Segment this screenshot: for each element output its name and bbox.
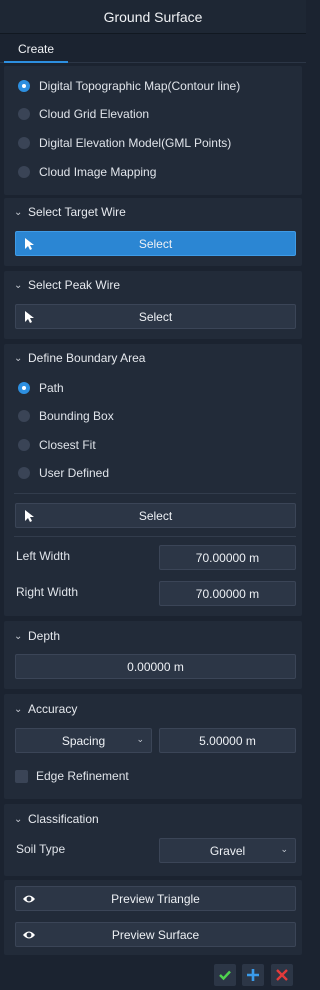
radio-label: Digital Topographic Map(Contour line) xyxy=(39,79,241,93)
left-width-label: Left Width xyxy=(16,549,71,563)
radio-button-icon xyxy=(18,410,30,422)
soil-type-value: Gravel xyxy=(209,843,246,858)
source-type-section: Digital Topographic Map(Contour line) Cl… xyxy=(4,66,302,195)
soil-type-select[interactable]: Gravel ⌄ xyxy=(159,838,296,863)
select-peak-wire-button[interactable]: Select xyxy=(15,304,296,329)
left-width-value: 70.00000 m xyxy=(195,550,260,565)
right-width-value: 70.00000 m xyxy=(195,586,260,601)
checkbox-icon xyxy=(15,769,28,783)
radio-button-icon xyxy=(18,439,30,451)
button-label: Preview Triangle xyxy=(111,891,200,906)
divider xyxy=(14,536,296,537)
left-width-input[interactable]: 70.00000 m xyxy=(159,545,296,570)
right-width-input[interactable]: 70.00000 m xyxy=(159,581,296,606)
accuracy-header[interactable]: ⌄ Accuracy xyxy=(14,700,77,718)
radio-closest-fit[interactable]: Closest Fit xyxy=(18,436,96,454)
chevron-down-icon: ⌄ xyxy=(14,813,23,825)
tab-bar: Create xyxy=(0,34,306,63)
tab-create[interactable]: Create xyxy=(4,36,68,63)
add-button[interactable] xyxy=(242,964,264,986)
checkbox-label: Edge Refinement xyxy=(36,769,129,783)
radio-cloud-image-mapping[interactable]: Cloud Image Mapping xyxy=(18,163,156,181)
eye-icon xyxy=(23,895,35,903)
chevron-down-icon: ⌄ xyxy=(14,630,23,642)
boundary-header[interactable]: ⌄ Define Boundary Area xyxy=(14,349,145,367)
chevron-down-icon: ⌄ xyxy=(280,844,288,854)
chevron-down-icon: ⌄ xyxy=(14,352,23,364)
depth-input[interactable]: 0.00000 m xyxy=(15,654,296,679)
check-icon xyxy=(219,970,231,981)
cursor-arrow-icon xyxy=(25,238,34,250)
cancel-button[interactable] xyxy=(271,964,293,986)
depth-header[interactable]: ⌄ Depth xyxy=(14,627,60,645)
peak-wire-header[interactable]: ⌄ Select Peak Wire xyxy=(14,276,120,294)
radio-button-icon xyxy=(18,137,30,149)
close-icon xyxy=(276,969,288,981)
cursor-arrow-icon xyxy=(25,311,34,323)
radio-button-icon xyxy=(18,166,30,178)
radio-button-icon xyxy=(18,467,30,479)
section-title: Define Boundary Area xyxy=(28,351,146,365)
cursor-arrow-icon xyxy=(25,510,34,522)
radio-label: Digital Elevation Model(GML Points) xyxy=(39,136,232,150)
chevron-down-icon: ⌄ xyxy=(136,734,144,744)
soil-type-label: Soil Type xyxy=(16,842,66,856)
boundary-section: ⌄ Define Boundary Area Path Bounding Box… xyxy=(4,344,302,616)
edge-refinement-checkbox[interactable]: Edge Refinement xyxy=(15,767,129,785)
eye-icon xyxy=(23,931,35,939)
accuracy-mode-value: Spacing xyxy=(61,733,106,748)
section-title: Depth xyxy=(28,629,61,643)
radio-label: Closest Fit xyxy=(39,438,96,452)
radio-digital-elevation-model[interactable]: Digital Elevation Model(GML Points) xyxy=(18,134,231,152)
divider xyxy=(14,493,296,494)
radio-label: Path xyxy=(39,381,64,395)
radio-button-selected-icon xyxy=(18,382,30,394)
panel-title: Ground Surface xyxy=(0,0,306,34)
right-width-label: Right Width xyxy=(16,585,79,599)
panel-title-text: Ground Surface xyxy=(103,8,203,25)
depth-value: 0.00000 m xyxy=(127,659,184,674)
preview-triangle-button[interactable]: Preview Triangle xyxy=(15,886,296,911)
radio-cloud-grid-elevation[interactable]: Cloud Grid Elevation xyxy=(18,105,149,123)
ground-surface-panel: Ground Surface Create Digital Topographi… xyxy=(0,0,306,990)
chevron-down-icon: ⌄ xyxy=(14,703,23,715)
radio-path[interactable]: Path xyxy=(18,379,64,397)
section-title: Select Peak Wire xyxy=(28,278,121,292)
select-target-wire-button[interactable]: Select xyxy=(15,231,296,256)
select-boundary-button[interactable]: Select xyxy=(15,503,296,528)
button-label: Select xyxy=(138,309,173,324)
button-label: Select xyxy=(138,236,173,251)
preview-surface-button[interactable]: Preview Surface xyxy=(15,922,296,947)
section-title: Classification xyxy=(28,812,99,826)
section-title: Accuracy xyxy=(28,702,78,716)
classification-header[interactable]: ⌄ Classification xyxy=(14,810,99,828)
radio-button-icon xyxy=(18,108,30,120)
radio-user-defined[interactable]: User Defined xyxy=(18,464,109,482)
accuracy-value-input[interactable]: 5.00000 m xyxy=(159,728,296,753)
section-title: Select Target Wire xyxy=(28,205,126,219)
radio-bounding-box[interactable]: Bounding Box xyxy=(18,407,114,425)
radio-digital-topographic-map[interactable]: Digital Topographic Map(Contour line) xyxy=(18,77,240,95)
radio-label: User Defined xyxy=(39,466,110,480)
accuracy-mode-select[interactable]: Spacing ⌄ xyxy=(15,728,152,753)
target-wire-header[interactable]: ⌄ Select Target Wire xyxy=(14,203,126,221)
radio-button-selected-icon xyxy=(18,80,30,92)
radio-label: Cloud Grid Elevation xyxy=(39,107,150,121)
button-label: Select xyxy=(138,508,173,523)
plus-icon xyxy=(247,969,259,981)
confirm-button[interactable] xyxy=(214,964,236,986)
chevron-down-icon: ⌄ xyxy=(14,279,23,291)
accuracy-value: 5.00000 m xyxy=(199,733,256,748)
tab-create-label: Create xyxy=(17,41,55,56)
radio-label: Bounding Box xyxy=(39,409,114,423)
button-label: Preview Surface xyxy=(111,927,200,942)
chevron-down-icon: ⌄ xyxy=(14,206,23,218)
radio-label: Cloud Image Mapping xyxy=(39,165,157,179)
